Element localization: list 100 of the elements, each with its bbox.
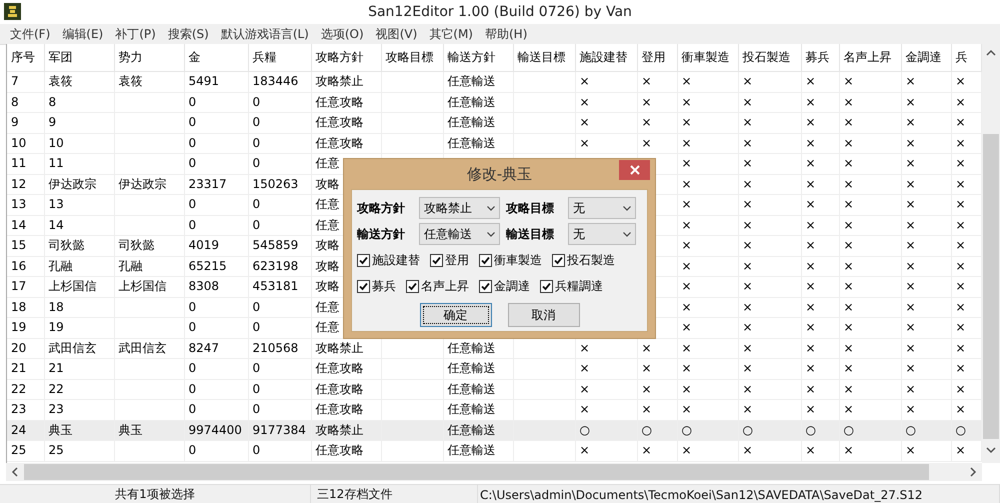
table-cell: 0	[188, 402, 196, 416]
scroll-up-icon[interactable]	[986, 48, 996, 58]
scroll-right-icon[interactable]	[968, 467, 978, 477]
table-cell: 任意	[316, 156, 340, 170]
checkbox[interactable]	[430, 254, 443, 266]
table-cell: 24	[11, 422, 26, 436]
menu-item[interactable]: 补丁(P)	[109, 26, 162, 42]
table-cell: 0	[252, 443, 260, 457]
checkbox-label: 名声上昇	[421, 278, 469, 294]
column-header[interactable]: 军团	[48, 50, 72, 64]
table-cell: ×	[682, 74, 692, 88]
table-row[interactable]: 7 袁筱 袁筱 5491 183446 攻略禁止 任意輸送 × × × × × × × ×	[7, 72, 981, 92]
checkbox[interactable]	[552, 254, 565, 266]
table-cell: ×	[642, 340, 652, 354]
table-cell: ×	[580, 74, 590, 88]
table-cell: ×	[642, 443, 652, 457]
table-cell: 0	[252, 94, 260, 108]
column-header[interactable]: 募兵	[806, 50, 830, 64]
table-row[interactable]: 10 10 0 0 任意攻略 任意輸送 × × × × × × × ×	[7, 133, 981, 154]
table-cell: ×	[956, 382, 966, 396]
dialog-title: 修改-典玉	[466, 164, 532, 184]
column-header[interactable]: 輸送方針	[448, 50, 496, 64]
checkbox[interactable]	[479, 254, 492, 266]
table-cell: ×	[956, 279, 966, 293]
column-header[interactable]: 衝車製造	[682, 50, 730, 64]
table-cell: ○	[682, 422, 692, 436]
scroll-left-icon[interactable]	[10, 467, 20, 477]
column-header[interactable]: 投石製造	[742, 50, 790, 64]
table-cell: 司狄懿	[118, 238, 154, 252]
check-icon	[432, 256, 441, 264]
column-header[interactable]: 輸送目標	[518, 50, 566, 64]
menu-item[interactable]: 默认游戏语言(L)	[214, 26, 315, 42]
column-header[interactable]: 势力	[118, 50, 142, 64]
vertical-scrollbar[interactable]	[982, 44, 1000, 463]
menu-item[interactable]: 帮助(H)	[478, 26, 534, 42]
scrollbar-thumb[interactable]	[24, 464, 929, 480]
scroll-down-icon[interactable]	[986, 445, 996, 455]
table-cell: 0	[252, 136, 260, 150]
table-cell: 典玉	[118, 422, 142, 436]
table-row[interactable]: 23 23 0 0 任意攻略 任意輸送 × × × × × × × ×	[7, 400, 981, 420]
check-icon	[359, 282, 368, 290]
table-cell: 任意攻略	[316, 136, 364, 150]
horizontal-scrollbar[interactable]	[6, 463, 982, 481]
checkbox[interactable]	[357, 254, 370, 266]
scrollbar-thumb[interactable]	[983, 134, 999, 439]
table-cell: 0	[188, 115, 196, 129]
table-cell: ×	[682, 136, 692, 150]
table-row[interactable]: 8 8 0 0 任意攻略 任意輸送 × × × × × × × ×	[7, 92, 981, 112]
column-header[interactable]: 序号	[11, 50, 35, 64]
menu-item[interactable]: 文件(F)	[4, 26, 56, 42]
checkbox[interactable]	[406, 280, 419, 292]
table-cell: ×	[844, 238, 854, 252]
table-cell: ×	[742, 238, 753, 252]
menu-item[interactable]: 选项(O)	[314, 26, 370, 42]
dialog-button[interactable]: 取消	[508, 303, 580, 327]
table-row[interactable]: 25 25 0 0 任意攻略 任意輸送 × × × × × × × ×	[7, 440, 981, 461]
table-cell: ×	[806, 279, 816, 293]
checkbox[interactable]	[479, 280, 492, 292]
menu-item[interactable]: 视图(V)	[370, 26, 424, 42]
table-row[interactable]: 24 典玉 典玉 9974400 9177384 攻略禁止 任意輸送 ○ ○ ○ ○ ○ ○ ○ ○	[7, 420, 981, 440]
table-cell: ×	[742, 300, 753, 314]
table-cell: ×	[906, 218, 916, 232]
column-header[interactable]: 兵	[956, 50, 968, 64]
column-header[interactable]: 攻略目標	[386, 50, 434, 64]
checkbox[interactable]	[357, 280, 370, 292]
dialog-button[interactable]: 确定	[420, 303, 492, 327]
table-cell: ×	[806, 443, 816, 457]
table-cell: ×	[682, 238, 692, 252]
table-cell: 0	[252, 218, 260, 232]
table-cell: 任意輸送	[448, 74, 496, 88]
table-cell: ○	[742, 422, 753, 436]
column-header[interactable]: 金	[188, 50, 200, 64]
table-cell: ×	[906, 279, 916, 293]
column-header[interactable]: 兵糧	[252, 50, 276, 64]
table-cell: 攻略禁止	[316, 340, 364, 354]
dropdown[interactable]: 任意輸送	[419, 223, 500, 245]
table-cell: 210568	[252, 340, 298, 354]
column-header[interactable]: 攻略方針	[316, 50, 364, 64]
column-header[interactable]: 名声上昇	[844, 50, 892, 64]
table-cell: ×	[956, 115, 966, 129]
table-cell: 150263	[252, 176, 298, 190]
table-cell: ×	[682, 176, 692, 190]
close-button[interactable]	[619, 160, 650, 180]
column-header[interactable]: 施設建替	[580, 50, 628, 64]
menu-item[interactable]: 编辑(E)	[56, 26, 110, 42]
dropdown[interactable]: 无	[568, 197, 636, 219]
table-cell: 袁筱	[48, 74, 72, 88]
checkbox[interactable]	[540, 280, 553, 292]
table-row[interactable]: 22 22 0 0 任意攻略 任意輸送 × × × × × × × ×	[7, 379, 981, 400]
dropdown[interactable]: 无	[568, 223, 636, 245]
check-icon	[481, 256, 490, 264]
column-header[interactable]: 金調達	[906, 50, 942, 64]
table-row[interactable]: 21 21 0 0 任意攻略 任意輸送 × × × × × × × ×	[7, 358, 981, 379]
table-cell: 16	[11, 258, 26, 272]
column-header[interactable]: 登用	[642, 50, 666, 64]
menu-item[interactable]: 搜索(S)	[162, 26, 215, 42]
menu-item[interactable]: 其它(M)	[423, 26, 479, 42]
table-row[interactable]: 9 9 0 0 任意攻略 任意輸送 × × × × × × × ×	[7, 112, 981, 133]
dropdown[interactable]: 攻略禁止	[419, 197, 500, 219]
table-cell: ×	[956, 218, 966, 232]
